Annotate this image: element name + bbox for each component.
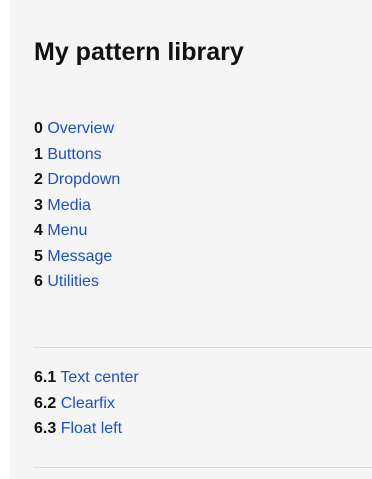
nav-item-number: 6 [34,273,43,290]
subnav-link-clearfix[interactable]: Clearfix [61,395,115,412]
nav-item-media: 3 Media [34,193,120,219]
subnav-item-number: 6.2 [34,394,57,412]
nav-link-menu[interactable]: Menu [47,222,87,239]
nav-item-number: 0 [34,120,43,137]
nav-link-message[interactable]: Message [47,248,112,265]
sidebar: My pattern library 0 Overview 1 Buttons … [10,0,372,479]
nav-link-overview[interactable]: Overview [47,120,114,137]
nav-item-number: 3 [34,196,43,214]
nav-item-message: 5 Message [34,244,120,270]
nav-item-utilities: 6 Utilities [34,269,120,295]
divider [34,467,372,468]
nav-item-number: 4 [34,222,43,239]
subnav-list: 6.1 Text center 6.2 Clearfix 6.3 Float l… [34,365,139,442]
nav-item-overview: 0 Overview [34,116,120,142]
nav-item-buttons: 1 Buttons [34,142,120,168]
nav-item-number: 5 [34,247,43,265]
subnav-link-float-left[interactable]: Float left [61,420,122,437]
nav-item-menu: 4 Menu [34,218,120,244]
subnav-item-text-center: 6.1 Text center [34,365,139,391]
subnav-item-number: 6.1 [34,369,57,386]
nav-link-buttons[interactable]: Buttons [47,146,101,163]
nav-item-number: 1 [34,145,43,163]
subnav-item-number: 6.3 [34,420,57,437]
subnav-link-text-center[interactable]: Text center [60,369,138,386]
nav-list: 0 Overview 1 Buttons 2 Dropdown 3 Media … [34,116,120,295]
subnav-item-clearfix: 6.2 Clearfix [34,391,139,417]
nav-item-dropdown: 2 Dropdown [34,167,120,193]
nav-link-dropdown[interactable]: Dropdown [47,171,120,188]
subnav-item-float-left: 6.3 Float left [34,416,139,442]
nav-item-number: 2 [34,171,43,188]
page-title: My pattern library [34,38,244,66]
divider [34,347,372,348]
page: My pattern library 0 Overview 1 Buttons … [0,0,372,479]
nav-link-utilities[interactable]: Utilities [47,273,99,290]
nav-link-media[interactable]: Media [47,197,91,214]
